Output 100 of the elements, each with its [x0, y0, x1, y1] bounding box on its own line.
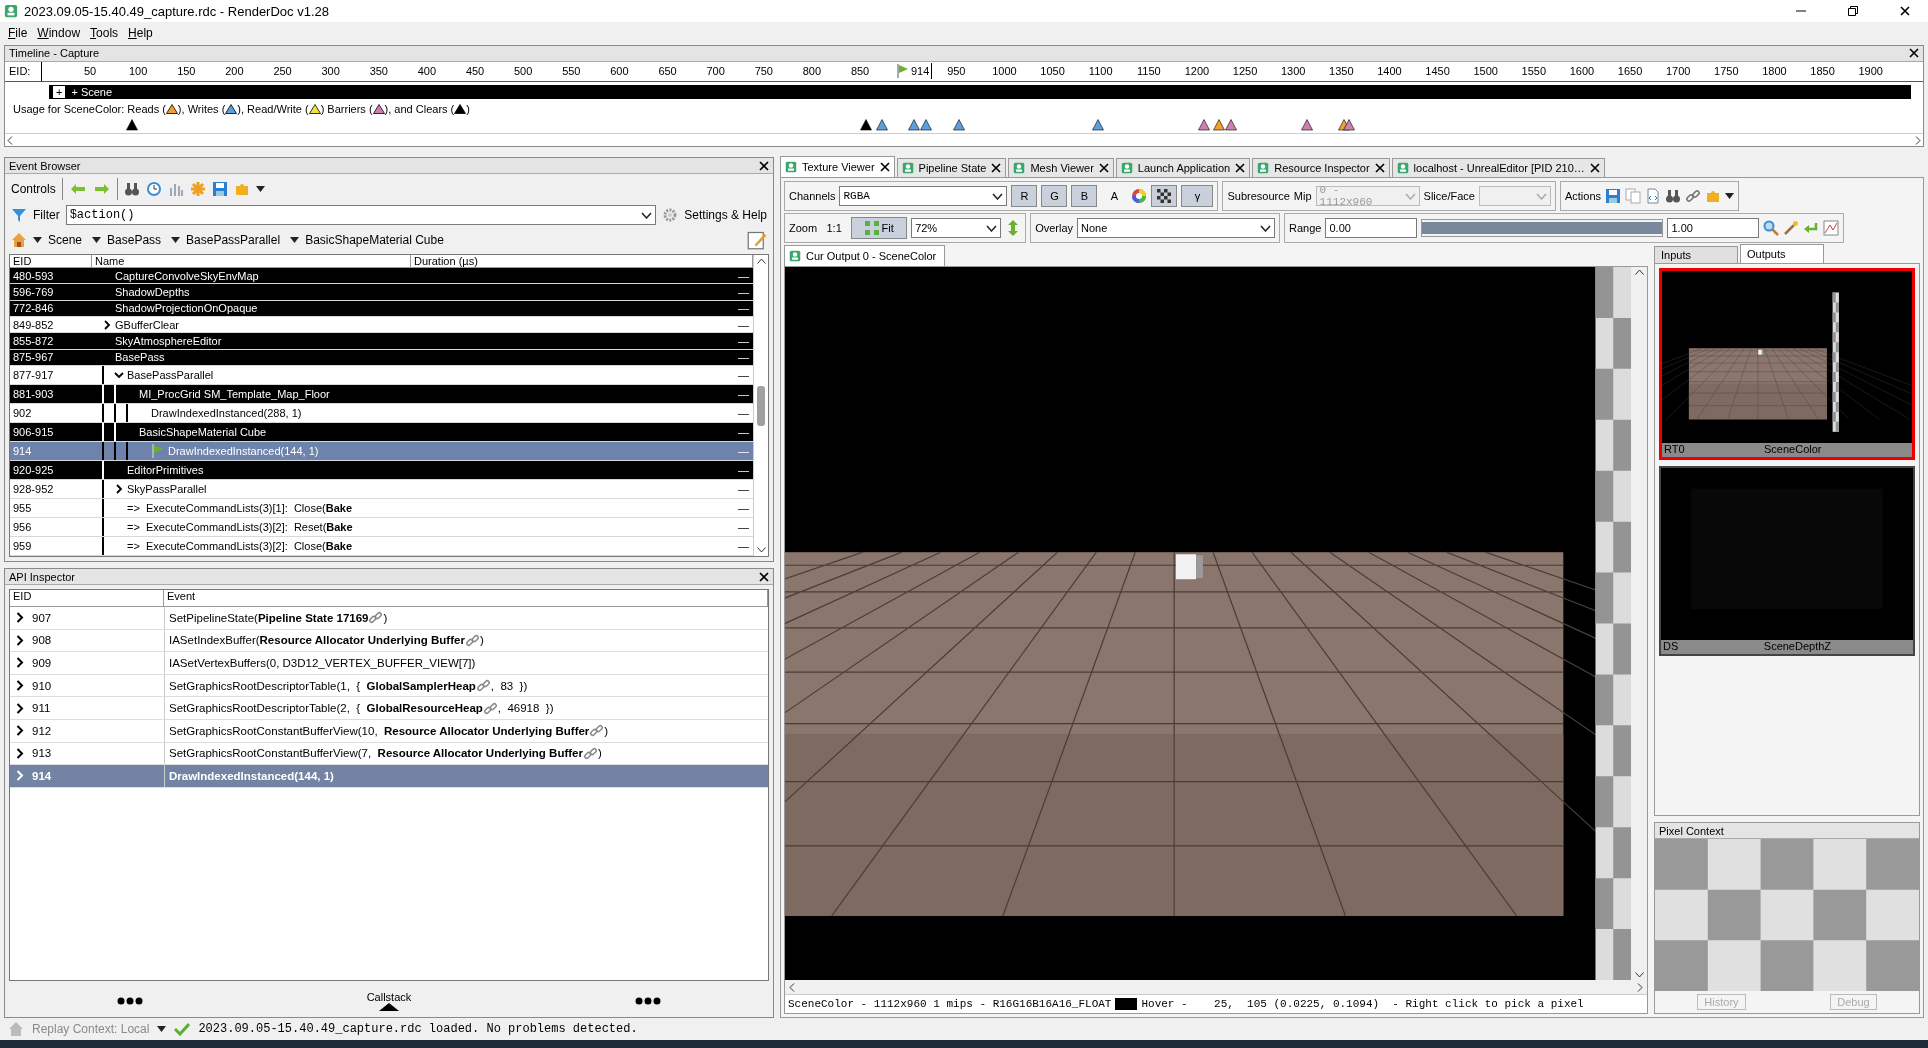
- event-id: 911: [32, 702, 51, 715]
- event-row[interactable]: 928-952 SkyPassParallel —: [10, 479, 753, 499]
- channel-toggle[interactable]: B: [1071, 185, 1098, 207]
- event-row[interactable]: 480-593 CaptureConvolveSkyEnvMap —: [10, 268, 753, 285]
- event-id: 849-852: [12, 318, 55, 331]
- tab[interactable]: localhost - UnrealEditor [PID 210…: [1391, 158, 1605, 177]
- tab[interactable]: Texture Viewer: [780, 156, 895, 177]
- column-header[interactable]: EID: [10, 590, 164, 606]
- event-name: ShadowProjectionOnOpaque: [115, 302, 258, 315]
- eid-label: EID:: [8, 65, 32, 78]
- breadcrumb[interactable]: BasePass: [107, 233, 162, 247]
- slice-label: Slice/Face: [1423, 190, 1475, 202]
- tick-label: 1300: [1279, 65, 1307, 78]
- event-id: 914: [32, 769, 52, 782]
- breadcrumb[interactable]: BasePassParallel: [186, 233, 281, 247]
- tick-label: 150: [176, 65, 197, 78]
- tick-label: 1100: [1087, 65, 1114, 78]
- api-call-row[interactable]: 914 DrawIndexedInstanced(144, 1): [10, 765, 768, 788]
- event-name: EditorPrimitives: [127, 463, 204, 476]
- event-name: BasicShapeMaterial Cube: [139, 425, 267, 438]
- event-id: 913: [32, 747, 52, 760]
- api-call-text: , 46918 }): [497, 702, 554, 715]
- duration-value: —: [737, 334, 750, 347]
- duration-value: —: [737, 286, 750, 298]
- range-max-field[interactable]: 1.00: [1667, 218, 1760, 238]
- texture-thumbnail[interactable]: RT0 SceneColor: [1659, 268, 1915, 460]
- tick-label: 1900: [1857, 65, 1884, 78]
- column-header[interactable]: Event: [164, 590, 768, 606]
- event-id: 875-967: [12, 351, 55, 364]
- duration-value: —: [737, 539, 750, 552]
- event-row[interactable]: 959 => ExecuteCommandLists(3)[2]: Close(Bake —: [10, 536, 753, 556]
- api-call-row[interactable]: 912 SetGraphicsRootConstantBufferView(10, Resource Allocator Underlying Buffer ): [10, 719, 768, 743]
- section-bar[interactable]: + + Scene: [49, 85, 1911, 99]
- callstack-label[interactable]: Callstack: [366, 991, 412, 1003]
- event-name: BasePassParallel: [127, 368, 214, 381]
- event-name: DrawIndexedInstanced(288, 1): [151, 406, 302, 419]
- slot-label: RT0: [1663, 443, 1686, 457]
- event-row[interactable]: 596-769 ShadowDepths —: [10, 284, 753, 301]
- column-header[interactable]: EID: [10, 255, 92, 267]
- duration-value: —: [737, 425, 750, 438]
- hover-info: Hover - 25, 105 (0.0225, 0.1094) - Right click to pick a pixel: [1141, 998, 1584, 1010]
- tick-label: 350: [368, 65, 389, 78]
- tab[interactable]: Launch Application: [1115, 158, 1251, 177]
- api-call-text: SetGraphicsRootDescriptorTable(1, { GlobalSamplerHeap: [169, 679, 476, 692]
- event-row[interactable]: 956 => ExecuteCommandLists(3)[2]: Reset(Bake —: [10, 517, 753, 537]
- column-header[interactable]: Name: [92, 255, 411, 267]
- channel-toggle[interactable]: G: [1041, 185, 1068, 207]
- zoom-label: Zoom: [789, 222, 818, 234]
- legend-text: ), Writes (: [177, 102, 226, 115]
- event-name: ShadowDepths: [115, 286, 190, 298]
- api-call-text: SetGraphicsRootConstantBufferView(7, Resource Allocator Underlying Buffer: [169, 747, 583, 760]
- current-eid-marker[interactable]: 914: [910, 65, 930, 78]
- range-min-field[interactable]: 0.00: [1325, 218, 1418, 238]
- tick-label: 1000: [991, 65, 1018, 78]
- menu-item[interactable]: File: [8, 25, 28, 40]
- viewer-tab[interactable]: Cur Output 0 - SceneColor: [784, 245, 946, 266]
- event-id: 909: [32, 657, 52, 669]
- api-call-row[interactable]: 908 IASetIndexBuffer(Resource Allocator Underlying Buffer ): [10, 629, 768, 653]
- tick-label: 1600: [1568, 65, 1596, 78]
- tab[interactable]: Inputs: [1654, 246, 1738, 263]
- menu-item[interactable]: Tools: [90, 25, 119, 40]
- event-name: BasePass: [115, 351, 165, 364]
- texture-thumbnail[interactable]: DS SceneDepthZ: [1659, 466, 1915, 656]
- column-header[interactable]: Duration (µs): [411, 255, 753, 267]
- tick-label: 400: [416, 65, 438, 78]
- channels-dropdown[interactable]: RGBA: [839, 186, 1008, 206]
- settings-button[interactable]: Settings & Help: [684, 208, 767, 222]
- api-call-row[interactable]: 909 IASetVertexBuffers(0, D3D12_VERTEX_BUFFER_VIEW[7]): [10, 652, 768, 675]
- overlay-dropdown[interactable]: None: [1077, 218, 1276, 238]
- tab[interactable]: Resource Inspector: [1252, 158, 1390, 177]
- event-row[interactable]: 855-872 SkyAtmosphereEditor —: [10, 333, 753, 350]
- api-call-row[interactable]: 910 SetGraphicsRootDescriptorTable(1, { GlobalSamplerHeap , 83 }): [10, 674, 768, 698]
- event-id: 914: [12, 444, 33, 457]
- event-name: => ExecuteCommandLists(3)[2]: Close(Bake: [127, 539, 352, 552]
- event-name: GBufferClear: [115, 318, 179, 331]
- tab[interactable]: Mesh Viewer: [1008, 158, 1114, 177]
- event-row[interactable]: 902 DrawIndexedInstanced(288, 1) —: [10, 403, 753, 423]
- channel-toggle[interactable]: R: [1011, 185, 1038, 207]
- menu-item[interactable]: Help: [128, 25, 153, 40]
- breadcrumb[interactable]: BasicShapeMaterial Cube: [305, 233, 444, 247]
- tick-label: 1450: [1424, 65, 1451, 78]
- filter-field[interactable]: $action(): [65, 205, 657, 225]
- tab[interactable]: Pipeline State: [896, 158, 1007, 177]
- event-row[interactable]: 877-917 BasePassParallel —: [10, 365, 753, 385]
- duration-value: —: [737, 463, 750, 476]
- api-call-row[interactable]: 911 SetGraphicsRootDescriptorTable(2, { GlobalResourceHeap , 46918 }): [10, 697, 768, 720]
- event-name: DrawIndexedInstanced(144, 1): [168, 444, 319, 457]
- tick-label: 1850: [1809, 65, 1836, 78]
- expand-toggle[interactable]: +: [53, 86, 66, 99]
- controls-label: Controls: [11, 182, 56, 196]
- legend-text: ), and Clears (: [384, 102, 455, 115]
- menu-item[interactable]: Window: [37, 25, 81, 40]
- fit-button[interactable]: Fit: [851, 217, 908, 239]
- breadcrumb[interactable]: Scene: [48, 233, 83, 247]
- tab[interactable]: Outputs: [1740, 244, 1824, 263]
- zoom-dropdown[interactable]: 72%: [911, 218, 1002, 238]
- api-call-row[interactable]: 907 SetPipelineState(Pipeline State 17169 ): [10, 607, 768, 630]
- event-name: MI_ProcGrid SM_Template_Map_Floor: [139, 387, 330, 400]
- event-row[interactable]: 955 => ExecuteCommandLists(3)[1]: Close(Bake —: [10, 498, 753, 518]
- gamma-toggle[interactable]: γ: [1181, 185, 1214, 207]
